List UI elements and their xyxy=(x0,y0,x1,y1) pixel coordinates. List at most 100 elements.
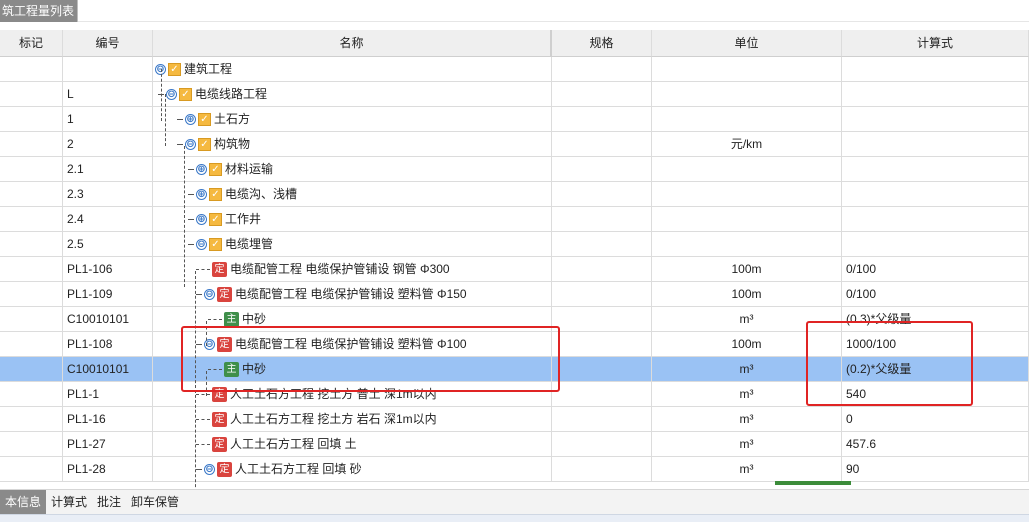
cell-unit xyxy=(652,232,842,257)
tree-node-label[interactable]: 电缆沟、浅槽 xyxy=(225,182,297,206)
table-row[interactable]: PL1-27 定人工土石方工程 回填 土 m³ 457.6 xyxy=(0,432,1029,457)
tree-connector xyxy=(188,218,194,220)
cell-formula[interactable] xyxy=(842,82,1029,107)
cell-code: PL1-28 xyxy=(63,457,153,482)
table-row[interactable]: PL1-109 ⊖ 定电缆配管工程 电缆保护管铺设 塑料管 Φ150 100m 0/10… xyxy=(0,282,1029,307)
collapse-icon[interactable]: ⊖ xyxy=(204,463,215,475)
bottom-tab-bar: 本信息 计算式 批注 卸车保管 xyxy=(0,489,1029,515)
expand-icon[interactable]: ⊕ xyxy=(185,113,196,125)
collapse-icon[interactable]: ⊖ xyxy=(166,88,177,100)
tree-connector xyxy=(196,268,210,270)
table-row[interactable]: PL1-28 ⊖ 定人工土石方工程 回填 砂 m³ 90 xyxy=(0,457,1029,482)
table-row[interactable]: 2 ⊖ ✓ 构筑物 元/km xyxy=(0,132,1029,157)
cell-formula[interactable] xyxy=(842,182,1029,207)
tree-guide-line xyxy=(165,94,166,146)
cell-mark[interactable] xyxy=(0,407,63,432)
tree-node: 定电缆配管工程 电缆保护管铺设 钢管 Φ300 xyxy=(196,257,450,281)
tab-unloading-storage[interactable]: 卸车保管 xyxy=(126,490,184,515)
table-row[interactable]: 1 ⊕ ✓ 土石方 xyxy=(0,107,1029,132)
cell-formula[interactable] xyxy=(842,232,1029,257)
header-unit[interactable]: 单位 xyxy=(652,30,842,57)
tree-node-label[interactable]: 电缆线路工程 xyxy=(195,82,267,106)
cell-code: 2 xyxy=(63,132,153,157)
tree-node-label[interactable]: 人工土石方工程 挖土方 岩石 深1m以内 xyxy=(230,407,437,431)
table-row[interactable]: L ⊖ ✓ 电缆线路工程 xyxy=(0,82,1029,107)
table-row[interactable]: ⊖ ✓ 建筑工程 xyxy=(0,57,1029,82)
tab-annotation[interactable]: 批注 xyxy=(92,490,126,515)
expand-icon[interactable]: ⊕ xyxy=(196,213,207,225)
table-row[interactable]: PL1-16 定人工土石方工程 挖土方 岩石 深1m以内 m³ 0 xyxy=(0,407,1029,432)
cell-formula[interactable] xyxy=(842,157,1029,182)
tree-node-label[interactable]: 电缆配管工程 电缆保护管铺设 塑料管 Φ150 xyxy=(235,282,467,306)
tree-node-label[interactable]: 电缆埋管 xyxy=(225,232,273,256)
cell-mark[interactable] xyxy=(0,382,63,407)
cell-mark[interactable] xyxy=(0,232,63,257)
expand-icon[interactable]: ⊕ xyxy=(196,163,207,175)
cell-mark[interactable] xyxy=(0,132,63,157)
cell-mark[interactable] xyxy=(0,332,63,357)
cell-formula[interactable] xyxy=(842,57,1029,82)
tree-node-label[interactable]: 人工土石方工程 回填 砂 xyxy=(235,457,362,481)
header-name[interactable]: 名称 xyxy=(153,30,552,57)
checked-folder-icon: ✓ xyxy=(209,212,222,226)
tree-node-label[interactable]: 电缆配管工程 电缆保护管铺设 钢管 Φ300 xyxy=(230,257,450,281)
cell-mark[interactable] xyxy=(0,207,63,232)
cell-formula[interactable] xyxy=(842,207,1029,232)
tree-node-label[interactable]: 构筑物 xyxy=(214,132,250,156)
cell-formula[interactable] xyxy=(842,132,1029,157)
collapse-icon[interactable]: ⊖ xyxy=(196,238,207,250)
header-mark[interactable]: 标记 xyxy=(0,30,63,57)
cell-mark[interactable] xyxy=(0,457,63,482)
cell-formula[interactable]: 457.6 xyxy=(842,432,1029,457)
cell-name: 定人工土石方工程 回填 土 xyxy=(153,432,552,457)
progress-indicator xyxy=(775,481,851,485)
cell-formula[interactable]: 90 xyxy=(842,457,1029,482)
expand-icon[interactable]: ⊕ xyxy=(196,188,207,200)
table-row[interactable]: 2.3 ⊕ ✓ 电缆沟、浅槽 xyxy=(0,182,1029,207)
cell-unit: 元/km xyxy=(652,132,842,157)
cell-mark[interactable] xyxy=(0,157,63,182)
tree-node-label[interactable]: 人工土石方工程 回填 土 xyxy=(230,432,357,456)
collapse-icon[interactable]: ⊖ xyxy=(185,138,196,150)
cell-formula[interactable]: 0 xyxy=(842,407,1029,432)
cell-formula[interactable]: 0/100 xyxy=(842,257,1029,282)
cell-name: ⊖ 定人工土石方工程 回填 砂 xyxy=(153,457,552,482)
tree-node-label[interactable]: 材料运输 xyxy=(225,157,273,181)
cell-mark[interactable] xyxy=(0,282,63,307)
tree-connector xyxy=(196,393,210,395)
cell-mark[interactable] xyxy=(0,107,63,132)
cell-formula[interactable]: 0/100 xyxy=(842,282,1029,307)
quota-badge-icon: 定 xyxy=(212,411,227,427)
cell-mark[interactable] xyxy=(0,357,63,382)
tree-node: ⊕ ✓ 材料运输 xyxy=(188,157,273,181)
tab-formula[interactable]: 计算式 xyxy=(46,490,92,515)
cell-code: C10010101 xyxy=(63,307,153,332)
tree-connector xyxy=(188,193,194,195)
header-spec[interactable]: 规格 xyxy=(552,30,652,57)
cell-spec xyxy=(552,257,652,282)
cell-formula[interactable] xyxy=(842,107,1029,132)
tree-node-label[interactable]: 土石方 xyxy=(214,107,250,131)
tree-node: ⊖ ✓ 电缆线路工程 xyxy=(158,82,267,106)
tab-basic-info[interactable]: 本信息 xyxy=(0,490,47,515)
tree-node: ⊕ ✓ 电缆沟、浅槽 xyxy=(188,182,297,206)
cell-mark[interactable] xyxy=(0,182,63,207)
header-code[interactable]: 编号 xyxy=(63,30,153,57)
table-row[interactable]: 2.5 ⊖ ✓ 电缆埋管 xyxy=(0,232,1029,257)
tree-node-label[interactable]: 工作井 xyxy=(225,207,261,231)
cell-spec xyxy=(552,107,652,132)
cell-mark[interactable] xyxy=(0,57,63,82)
header-formula[interactable]: 计算式 xyxy=(842,30,1029,57)
panel-title-tab[interactable]: 筑工程量列表 xyxy=(0,0,78,22)
cell-mark[interactable] xyxy=(0,257,63,282)
cell-unit xyxy=(652,107,842,132)
collapse-icon[interactable]: ⊖ xyxy=(204,288,215,300)
table-row[interactable]: PL1-106 定电缆配管工程 电缆保护管铺设 钢管 Φ300 100m 0/100 xyxy=(0,257,1029,282)
tree-node: ⊖ ✓ 建筑工程 xyxy=(155,57,232,81)
cell-mark[interactable] xyxy=(0,432,63,457)
cell-mark[interactable] xyxy=(0,82,63,107)
tree-node-label[interactable]: 建筑工程 xyxy=(184,57,232,81)
table-row[interactable]: 2.1 ⊕ ✓ 材料运输 xyxy=(0,157,1029,182)
table-row[interactable]: 2.4 ⊕ ✓ 工作井 xyxy=(0,207,1029,232)
cell-mark[interactable] xyxy=(0,307,63,332)
